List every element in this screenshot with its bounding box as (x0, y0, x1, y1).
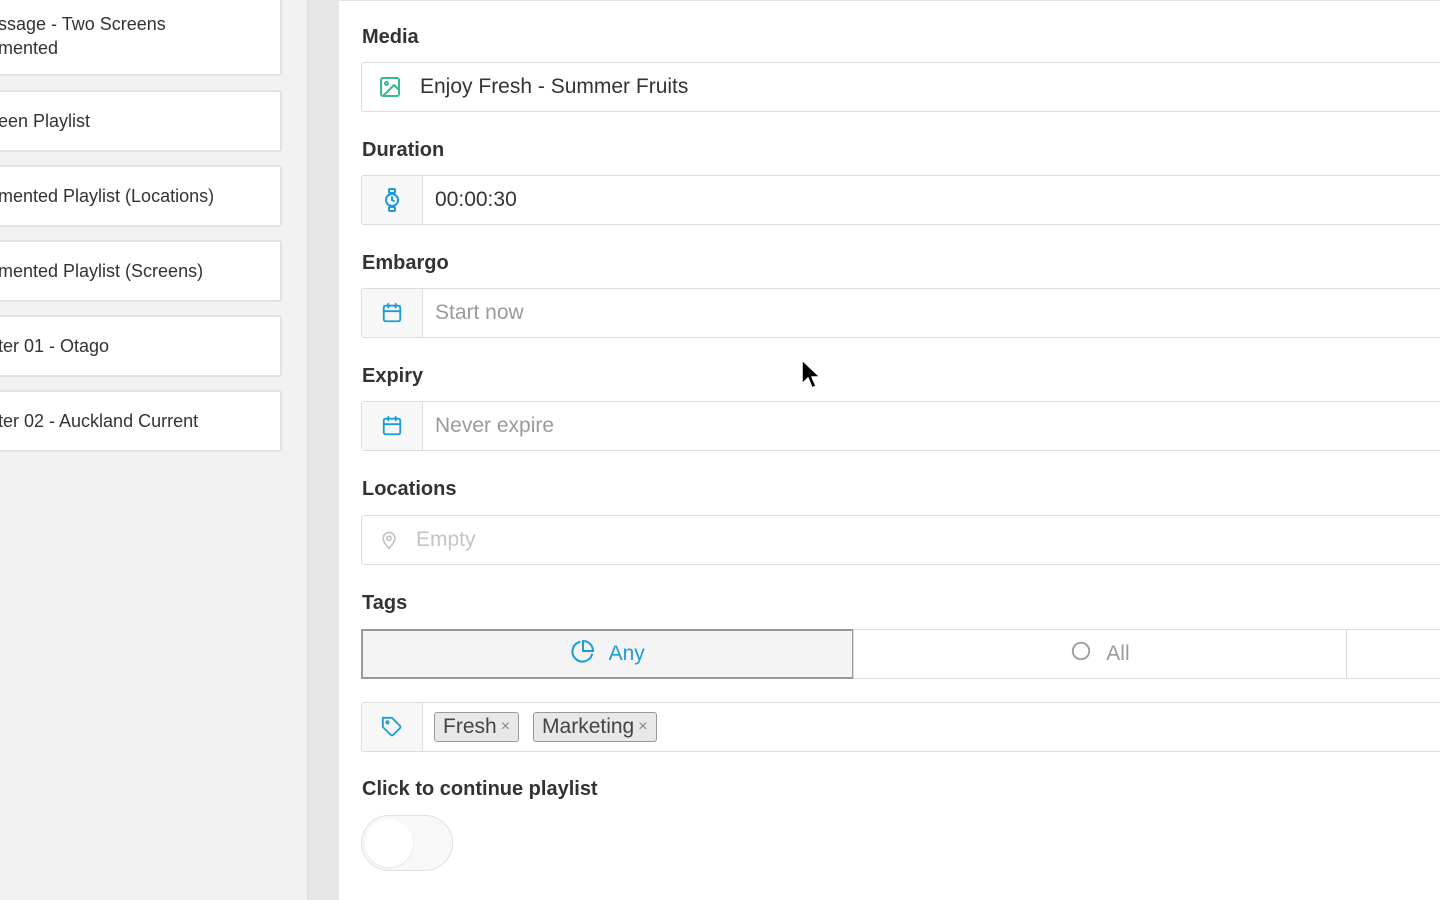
playlist-item[interactable]: een Playlist (0, 90, 282, 152)
media-field[interactable]: Enjoy Fresh - Summer Fruits (361, 62, 1440, 112)
playlist-item-label: mented Playlist (Locations) (0, 186, 215, 206)
calendar-icon (362, 289, 423, 337)
expiry-field[interactable]: Never expire (361, 401, 1440, 451)
media-label: Media (362, 26, 419, 48)
tags-label: Tags (362, 592, 408, 614)
media-value: Enjoy Fresh - Summer Fruits (420, 75, 689, 98)
tag-chip-label: Marketing (542, 715, 635, 738)
tag-match-mode: Any All (361, 629, 1440, 679)
duration-field[interactable]: 00:00:30 (361, 175, 1440, 225)
continue-label: Click to continue playlist (362, 778, 598, 800)
playlist-item-label: ter 01 - Otago (0, 336, 110, 356)
pie-chart-icon (571, 639, 595, 669)
toggle-knob (365, 819, 413, 867)
match-all-label: All (1106, 642, 1130, 665)
expiry-input[interactable]: Never expire (423, 414, 554, 438)
calendar-icon (362, 402, 423, 450)
tag-chip: Fresh × (434, 712, 520, 742)
item-form: Media Enjoy Fresh - Summer Fruits Durati… (339, 0, 1440, 900)
top-rule (339, 0, 1440, 1)
playlist-item-label: een Playlist (0, 111, 91, 131)
expiry-label: Expiry (362, 365, 424, 387)
tag-remove-icon[interactable]: × (638, 718, 647, 736)
tags-field[interactable]: Fresh × Marketing × (361, 702, 1440, 752)
tag-remove-icon[interactable]: × (501, 718, 510, 736)
match-any-button[interactable]: Any (361, 629, 855, 679)
tag-chip: Marketing × (533, 712, 657, 742)
playlist-sidebar: ssage - Two Screens mented een Playlist … (0, 0, 307, 900)
mouse-cursor-icon (800, 358, 822, 395)
playlist-item[interactable]: mented Playlist (Locations) (0, 165, 282, 227)
playlist-item[interactable]: mented Playlist (Screens) (0, 240, 282, 302)
playlist-item[interactable]: ssage - Two Screens mented (0, 0, 282, 76)
duration-label: Duration (362, 139, 445, 161)
playlist-item-label: ssage - Two Screens mented (0, 14, 166, 58)
locations-input[interactable]: Empty (416, 528, 476, 552)
circle-icon (1070, 640, 1092, 668)
locations-label: Locations (362, 478, 457, 500)
match-any-label: Any (608, 642, 645, 665)
tag-chip-label: Fresh (443, 715, 497, 738)
image-icon (362, 75, 418, 99)
match-mode-extra[interactable] (1345, 629, 1440, 679)
tag-icon (362, 703, 423, 751)
match-all-button[interactable]: All (853, 629, 1347, 679)
playlist-item-label: mented Playlist (Screens) (0, 261, 204, 281)
embargo-field[interactable]: Start now (361, 288, 1440, 338)
embargo-input[interactable]: Start now (423, 301, 524, 325)
panel-divider (307, 0, 339, 900)
duration-value: 00:00:30 (435, 188, 517, 211)
playlist-item[interactable]: ter 01 - Otago (0, 315, 282, 377)
location-pin-icon (362, 529, 416, 551)
stopwatch-icon (362, 176, 423, 224)
locations-field[interactable]: Empty (361, 515, 1440, 565)
playlist-item-label: ter 02 - Auckland Current (0, 411, 199, 431)
continue-toggle[interactable] (361, 815, 453, 871)
embargo-label: Embargo (362, 252, 449, 274)
playlist-item[interactable]: ter 02 - Auckland Current (0, 390, 282, 452)
